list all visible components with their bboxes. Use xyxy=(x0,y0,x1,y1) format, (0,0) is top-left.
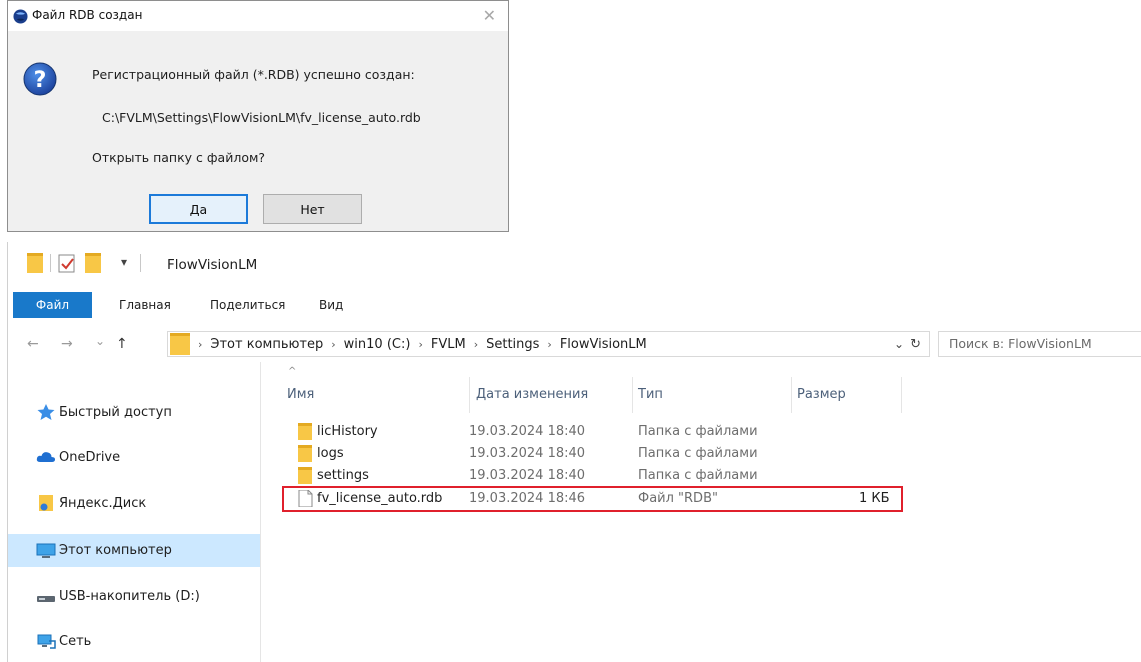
breadcrumb-fvlm[interactable]: FVLM xyxy=(431,337,466,352)
window-title: FlowVisionLM xyxy=(167,257,258,273)
yandex-disk-icon xyxy=(39,495,53,511)
star-icon xyxy=(37,404,55,420)
monitor-icon xyxy=(36,543,56,558)
sidebar-item-label: Яндекс.Диск xyxy=(59,495,147,511)
sidebar-item-yandex-disk[interactable]: Яндекс.Диск xyxy=(8,487,260,519)
new-folder-icon[interactable] xyxy=(85,253,101,273)
dialog-file-path: C:\FVLM\Settings\FlowVisionLM\fv_license… xyxy=(102,110,421,125)
column-divider[interactable] xyxy=(632,377,633,413)
question-icon: ? xyxy=(23,62,57,96)
sidebar-item-label: Сеть xyxy=(59,633,92,649)
address-bar[interactable]: › Этот компьютер › win10 (C:) › FVLM › S… xyxy=(167,331,930,357)
file-type: Папка с файлами xyxy=(638,468,758,483)
tab-view[interactable]: Вид xyxy=(319,292,343,318)
message-dialog: Файл RDB создан ✕ ? Регистрационный файл… xyxy=(7,0,509,232)
usb-drive-icon xyxy=(37,596,55,602)
sidebar-item-label: Быстрый доступ xyxy=(59,404,172,420)
tab-home[interactable]: Главная xyxy=(119,292,171,318)
folder-icon xyxy=(298,423,312,440)
dialog-title: Файл RDB создан xyxy=(32,8,143,22)
table-row[interactable]: licHistory 19.03.2024 18:40 Папка с файл… xyxy=(283,421,906,443)
recent-locations-button[interactable]: ⌄ xyxy=(95,334,105,348)
app-globe-icon xyxy=(13,9,28,24)
file-explorer-window: ▾ FlowVisionLM Файл Главная Поделиться В… xyxy=(7,242,1141,662)
dialog-message: Регистрационный файл (*.RDB) успешно соз… xyxy=(92,67,415,82)
file-date: 19.03.2024 18:40 xyxy=(469,446,586,461)
cloud-icon xyxy=(36,452,56,462)
refresh-icon[interactable]: ↻ xyxy=(910,337,921,352)
navigation-pane: Быстрый доступ OneDrive Яндекс.Диск Этот… xyxy=(8,362,261,662)
dialog-titlebar: Файл RDB создан ✕ xyxy=(8,1,508,31)
column-divider[interactable] xyxy=(469,377,470,413)
sidebar-item-this-pc[interactable]: Этот компьютер xyxy=(8,534,260,567)
tab-file[interactable]: Файл xyxy=(13,292,92,318)
close-icon[interactable]: ✕ xyxy=(483,6,496,25)
sort-ascending-icon: ^ xyxy=(288,366,297,377)
quick-access-toolbar: ▾ FlowVisionLM xyxy=(8,242,1141,273)
yes-button[interactable]: Да xyxy=(149,194,248,224)
breadcrumb-separator: › xyxy=(198,337,203,351)
column-header-size[interactable]: Размер xyxy=(797,387,846,402)
sidebar-item-onedrive[interactable]: OneDrive xyxy=(8,441,260,473)
file-type: Папка с файлами xyxy=(638,446,758,461)
sidebar-item-network[interactable]: Сеть xyxy=(8,625,260,657)
svg-text:?: ? xyxy=(34,68,47,93)
file-date: 19.03.2024 18:46 xyxy=(469,491,586,506)
breadcrumb-separator: › xyxy=(331,337,336,351)
sidebar-item-quick-access[interactable]: Быстрый доступ xyxy=(8,396,260,428)
folder-icon xyxy=(170,333,190,355)
tab-share[interactable]: Поделиться xyxy=(210,292,285,318)
search-input[interactable]: Поиск в: FlowVisionLM xyxy=(938,331,1141,357)
breadcrumb-separator: › xyxy=(473,337,479,351)
file-date: 19.03.2024 18:40 xyxy=(469,468,586,483)
sidebar-item-label: Этот компьютер xyxy=(59,543,172,558)
ribbon-tabs: Файл Главная Поделиться Вид xyxy=(8,292,1141,318)
file-name: logs xyxy=(317,446,344,461)
up-button[interactable]: ↑ xyxy=(116,336,128,352)
column-divider[interactable] xyxy=(901,377,902,413)
no-button[interactable]: Нет xyxy=(263,194,362,224)
network-icon xyxy=(37,634,56,649)
folder-icon xyxy=(298,445,312,462)
back-button[interactable]: ← xyxy=(27,336,39,352)
column-header-name[interactable]: Имя xyxy=(287,387,314,402)
column-divider[interactable] xyxy=(791,377,792,413)
file-icon xyxy=(298,490,313,507)
address-row: ← → ⌄ ↑ › Этот компьютер › win10 (C:) › … xyxy=(8,329,1141,359)
breadcrumb-separator: › xyxy=(418,337,423,351)
table-row[interactable]: fv_license_auto.rdb 19.03.2024 18:46 Фай… xyxy=(282,486,906,512)
file-type: Папка с файлами xyxy=(638,424,758,439)
file-name: settings xyxy=(317,468,369,483)
breadcrumb-settings[interactable]: Settings xyxy=(486,337,539,352)
column-header-type[interactable]: Тип xyxy=(638,387,663,402)
file-name: fv_license_auto.rdb xyxy=(317,491,443,506)
toolbar-separator xyxy=(50,254,51,272)
breadcrumb-separator: › xyxy=(547,337,552,351)
folder-icon[interactable] xyxy=(27,253,43,273)
file-date: 19.03.2024 18:40 xyxy=(469,424,586,439)
forward-button[interactable]: → xyxy=(61,336,73,352)
column-header-date[interactable]: Дата изменения xyxy=(476,387,588,402)
sidebar-item-label: OneDrive xyxy=(59,449,121,465)
properties-check-icon[interactable] xyxy=(58,253,76,273)
table-row[interactable]: logs 19.03.2024 18:40 Папка с файлами xyxy=(283,443,906,465)
dialog-question: Открыть папку с файлом? xyxy=(92,150,266,165)
sidebar-item-usb-drive[interactable]: USB-накопитель (D:) xyxy=(8,580,260,612)
toolbar-separator xyxy=(140,254,141,272)
folder-icon xyxy=(298,467,312,484)
file-type: Файл "RDB" xyxy=(638,491,718,506)
breadcrumb-drive-c[interactable]: win10 (C:) xyxy=(344,337,411,352)
qat-dropdown-icon[interactable]: ▾ xyxy=(121,255,127,269)
file-size: 1 КБ xyxy=(859,491,890,506)
breadcrumb-this-pc[interactable]: Этот компьютер xyxy=(210,337,323,352)
file-name: licHistory xyxy=(317,424,378,439)
breadcrumb-flowvisionlm[interactable]: FlowVisionLM xyxy=(560,337,647,352)
sidebar-item-label: USB-накопитель (D:) xyxy=(59,588,200,604)
address-dropdown-icon[interactable]: ⌄ xyxy=(894,337,904,351)
table-row[interactable]: settings 19.03.2024 18:40 Папка с файлам… xyxy=(283,465,906,487)
